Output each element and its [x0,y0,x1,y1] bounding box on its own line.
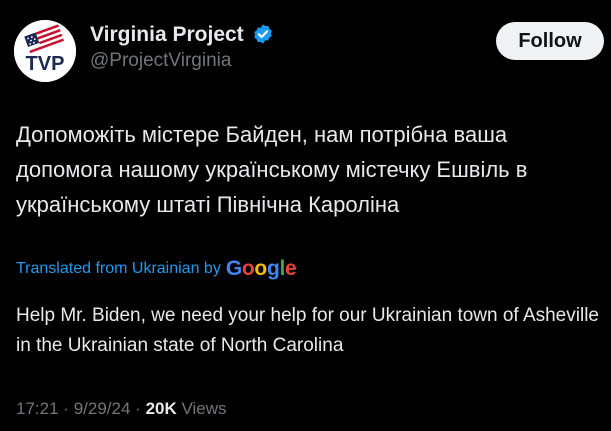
author-display-name[interactable]: Virginia Project [90,22,244,48]
author-block: Virginia Project @ProjectVirginia [90,22,274,72]
translation-attribution[interactable]: Translated from Ukrainian by Google [16,255,297,283]
tweet-text: Допоможіть містере Байден, нам потрібна … [16,122,528,217]
translated-from-label: Translated from Ukrainian by [16,260,221,277]
tweet: TVP Virginia Project @ProjectVirginia Fo… [0,0,611,431]
meta-separator: · [63,399,69,418]
tweet-date[interactable]: 9/29/24 [74,399,131,418]
tweet-header: TVP Virginia Project @ProjectVirginia Fo… [14,18,604,82]
avatar[interactable]: TVP [14,20,76,82]
translated-text: Help Mr. Biden, we need your help for ou… [16,305,599,356]
avatar-text: TVP [25,53,65,75]
tweet-time[interactable]: 17:21 [16,399,59,418]
views-count[interactable]: 20K [146,399,177,418]
author-handle[interactable]: @ProjectVirginia [90,50,274,72]
verified-badge-icon [252,23,274,45]
tweet-meta: 17:21 · 9/29/24 · 20K Views [16,397,227,421]
meta-separator: · [135,399,141,418]
google-logo: Google [225,257,297,280]
views-label: Views [181,399,227,418]
follow-button[interactable]: Follow [496,22,604,60]
